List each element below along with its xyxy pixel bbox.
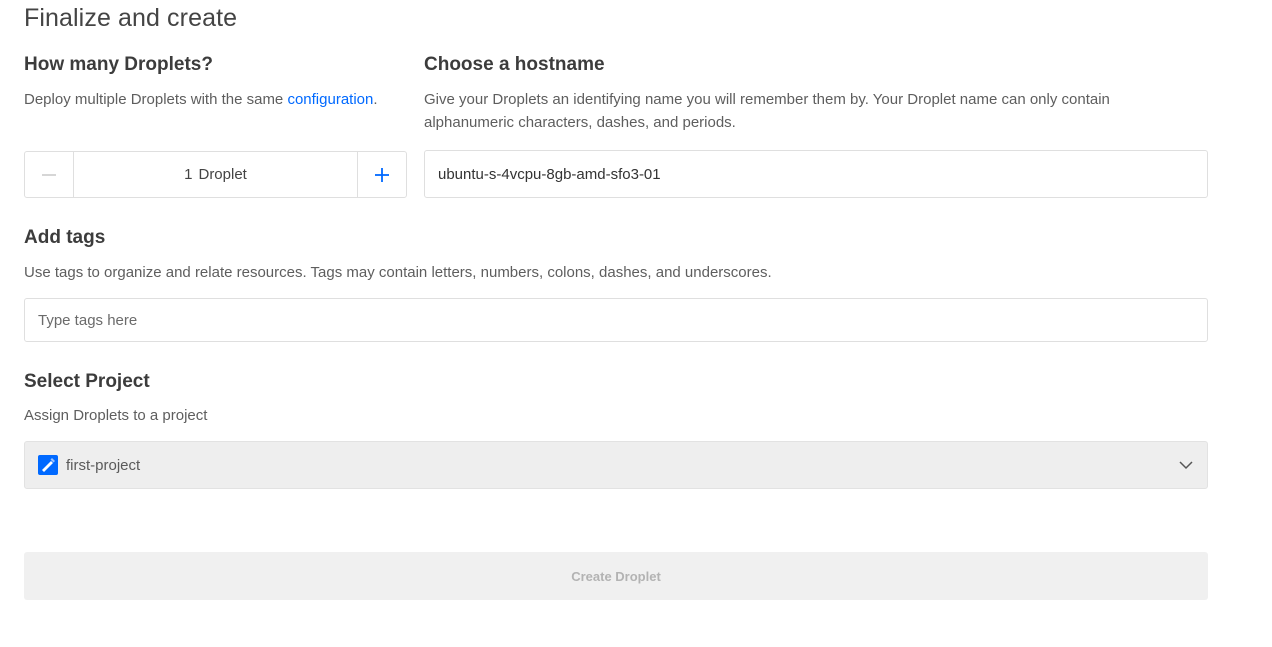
increment-button[interactable] (357, 152, 406, 197)
droplet-count-unit: Droplet (198, 166, 247, 183)
hostname-description: Give your Droplets an identifying name y… (424, 91, 1110, 131)
plus-icon (375, 167, 389, 182)
hostname-heading: Choose a hostname (424, 54, 605, 75)
project-description: Assign Droplets to a project (24, 407, 208, 424)
decrement-button[interactable] (25, 152, 74, 197)
hostname-input[interactable] (424, 150, 1208, 198)
droplet-count-value: 1 Droplet (74, 152, 357, 197)
project-icon (38, 455, 58, 475)
configuration-link[interactable]: configuration (287, 91, 373, 108)
tags-heading: Add tags (24, 227, 106, 248)
project-select-value: first-project (66, 456, 141, 474)
page-title: Finalize and create (24, 4, 238, 32)
project-heading: Select Project (24, 371, 150, 392)
droplet-count-heading: How many Droplets? (24, 54, 213, 75)
droplet-count-description: Deploy multiple Droplets with the same c… (24, 88, 404, 111)
droplet-count-stepper: 1 Droplet (24, 151, 407, 198)
droplet-count-description-text: Deploy multiple Droplets with the same (24, 91, 288, 108)
chevron-down-icon (1178, 457, 1194, 473)
minus-icon (42, 173, 56, 176)
tags-description: Use tags to organize and relate resource… (24, 264, 772, 281)
droplet-count-description-suffix: . (373, 91, 378, 108)
droplet-count-number: 1 (184, 166, 193, 183)
finalize-and-create-section: Finalize and create How many Droplets? D… (0, 0, 1272, 647)
project-select[interactable]: first-project (24, 441, 1208, 489)
tags-input[interactable] (24, 298, 1208, 342)
create-droplet-button[interactable]: Create Droplet (24, 552, 1208, 600)
